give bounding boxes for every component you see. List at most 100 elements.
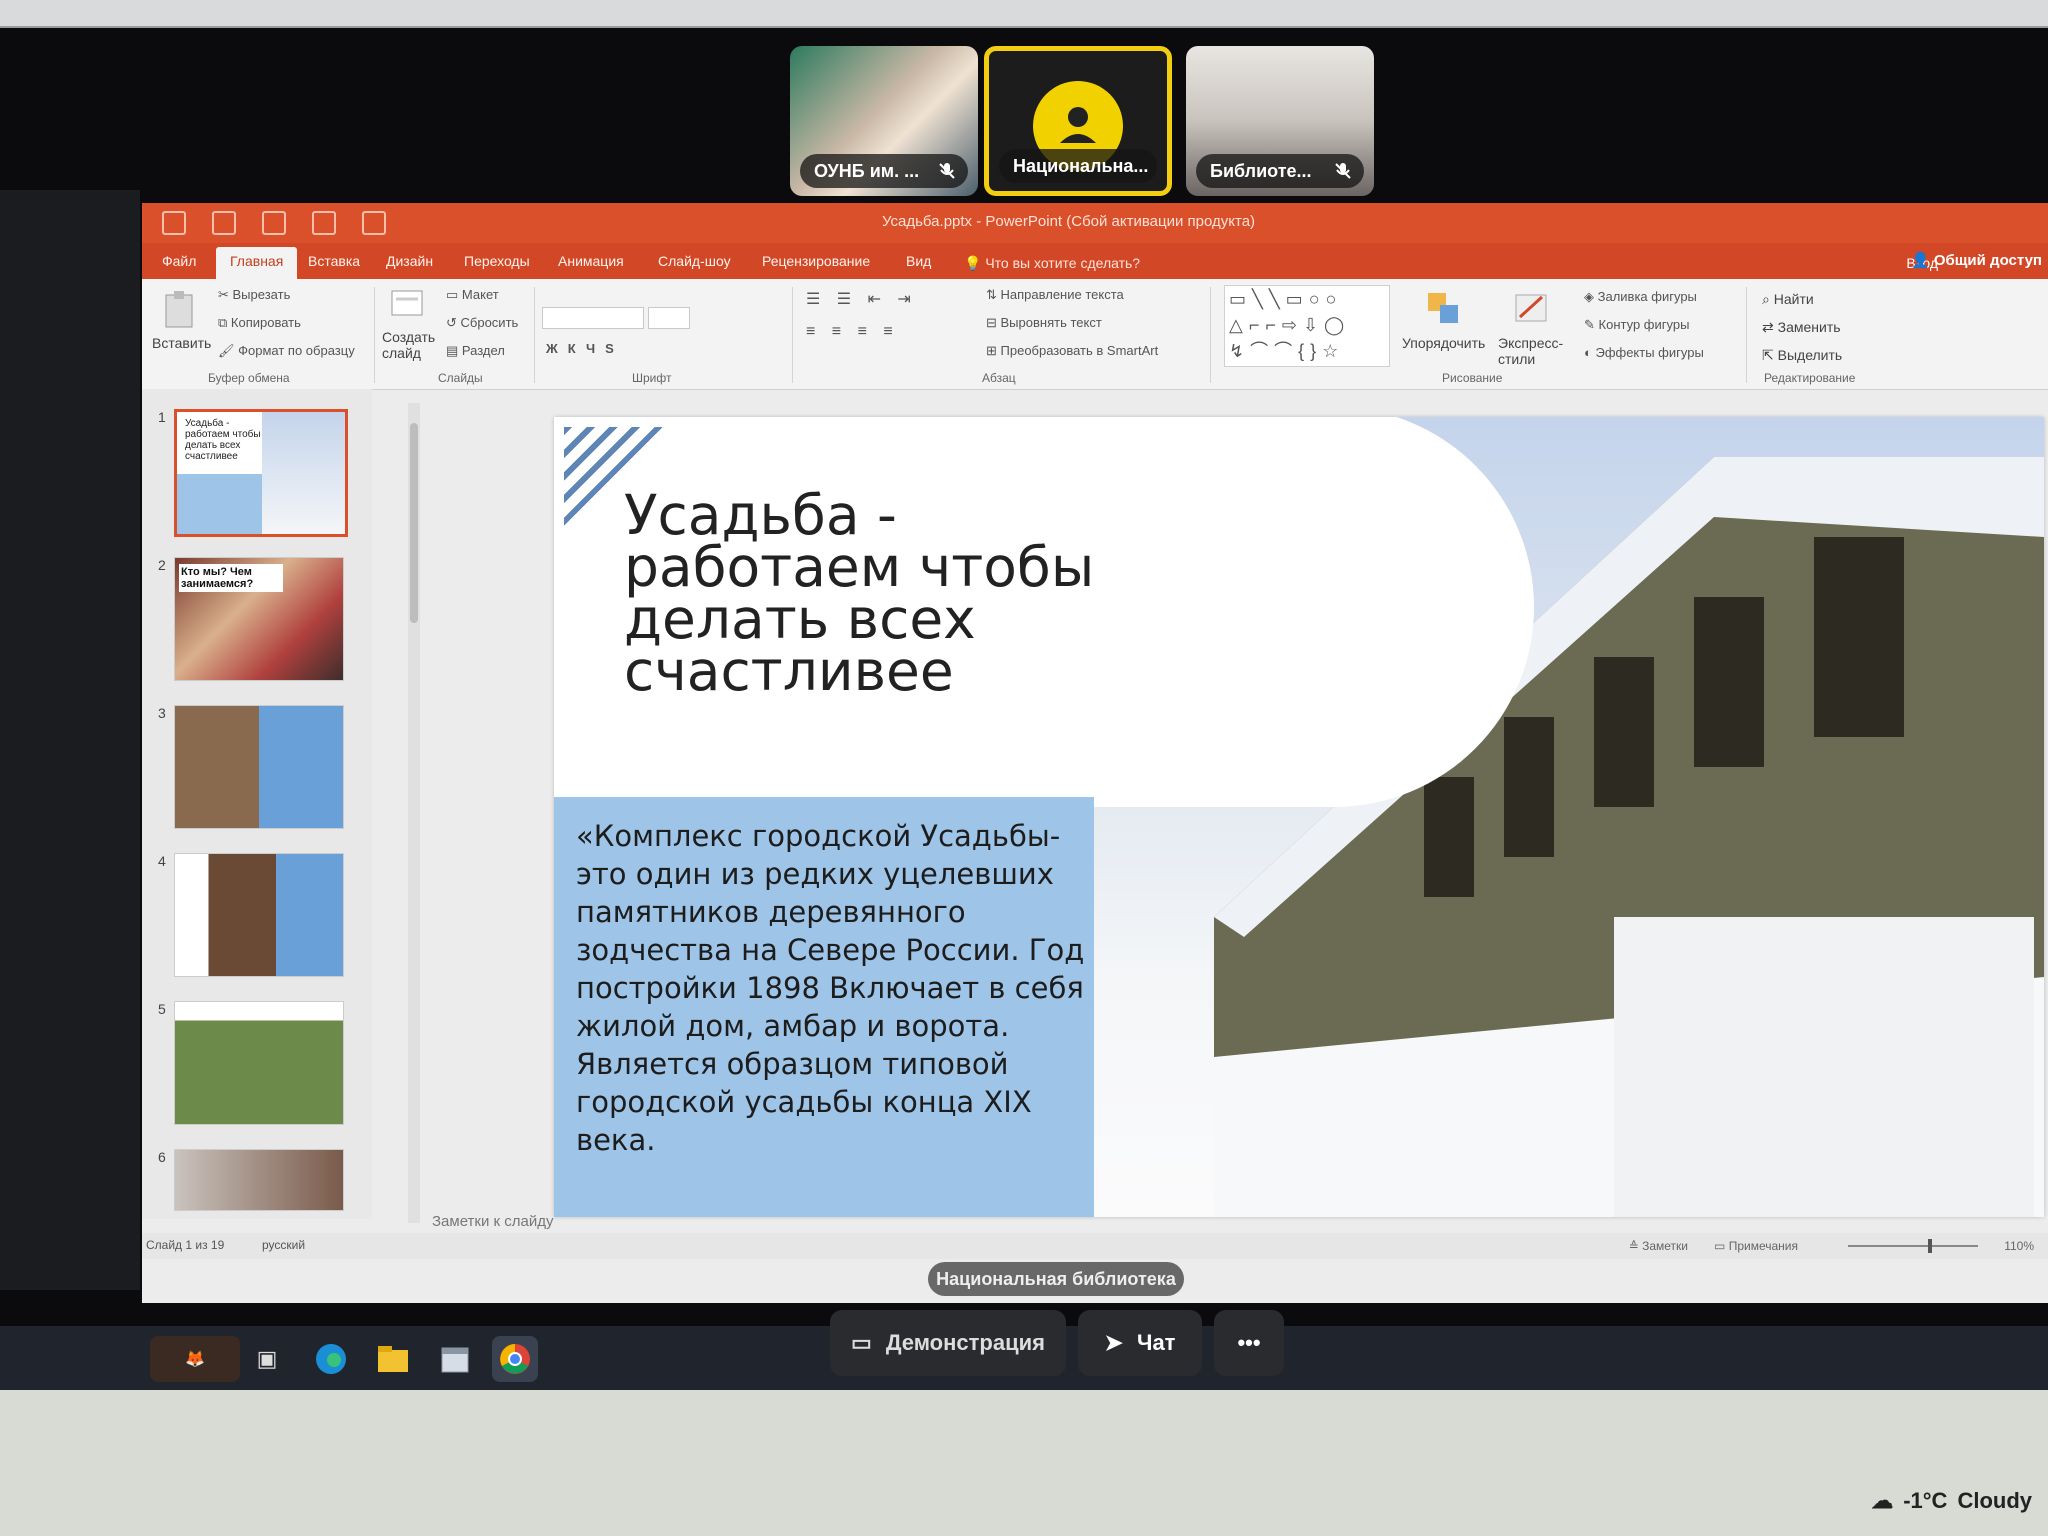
screen-share-icon: ▭ xyxy=(851,1330,872,1355)
slide-thumbnail-3[interactable] xyxy=(174,705,344,829)
copy-button[interactable]: ⧉ Копировать xyxy=(218,315,301,331)
zoom-level[interactable]: 110% xyxy=(2004,1239,2034,1253)
group-label: Редактирование xyxy=(1764,371,1856,385)
section-button[interactable]: ▤ Раздел xyxy=(446,343,505,359)
weather-condition: Cloudy xyxy=(1957,1488,2032,1513)
group-label: Слайды xyxy=(438,371,483,385)
slide-title[interactable]: Усадьба - работаем чтобы делать всех сча… xyxy=(624,488,1104,699)
divider xyxy=(792,287,793,383)
font-name-field[interactable] xyxy=(542,307,644,329)
cloud-icon: ☁ xyxy=(1871,1488,1894,1513)
new-slide-button[interactable]: Создать слайд xyxy=(382,329,442,361)
quick-styles-button[interactable]: Экспресс-стили xyxy=(1498,335,1568,367)
align-text-button[interactable]: ⊟ Выровнять текст xyxy=(986,315,1102,331)
tab-review[interactable]: Рецензирование xyxy=(762,253,870,269)
find-button[interactable]: ⌕ Найти xyxy=(1762,291,1814,308)
ribbon-tabs: Файл Главная Вставка Дизайн Переходы Ани… xyxy=(142,243,2048,285)
thumbnail-scrollbar[interactable] xyxy=(408,403,420,1223)
person-icon: 👤 xyxy=(1910,252,1934,269)
tab-view[interactable]: Вид xyxy=(906,253,931,269)
paste-button[interactable]: Вставить xyxy=(152,335,211,351)
redo-icon[interactable] xyxy=(212,211,236,235)
language-indicator[interactable]: русский xyxy=(262,1238,305,1252)
quick-access-toolbar xyxy=(162,211,386,235)
quick-styles-icon xyxy=(1515,294,1547,322)
tell-me-search[interactable]: 💡 Что вы хотите сделать? xyxy=(964,255,1140,272)
lower-frame: ☁ -1°C Cloudy xyxy=(0,1390,2048,1536)
comments-toggle[interactable]: ▭ Примечания xyxy=(1714,1239,1798,1253)
slide-counter: Слайд 1 из 19 xyxy=(146,1238,225,1252)
ribbon: Вставить ✂ Вырезать ⧉ Копировать 🖌 Форма… xyxy=(142,279,2048,390)
weather-temp: -1°C xyxy=(1903,1488,1948,1513)
text-direction-button[interactable]: ⇅ Направление текста xyxy=(986,287,1124,303)
chrome-icon[interactable] xyxy=(492,1336,538,1382)
title-bar: Усадьба.pptx - PowerPoint (Сбой активаци… xyxy=(142,203,2048,243)
mic-muted-icon xyxy=(939,163,955,179)
present-icon[interactable] xyxy=(262,211,286,235)
share-button[interactable]: 👤 Общий доступ xyxy=(1911,251,2042,269)
edge-icon[interactable] xyxy=(308,1336,354,1382)
cut-button[interactable]: ✂ Вырезать xyxy=(218,287,290,303)
fox-icon[interactable]: 🦊 xyxy=(150,1336,240,1382)
left-panel xyxy=(0,190,140,1290)
slide-body-text[interactable]: «Комплекс городской Усадьбы- это один из… xyxy=(576,817,1096,1159)
divider xyxy=(1210,287,1211,383)
slide-thumbnail-2[interactable]: Кто мы? Чем занимаемся? xyxy=(174,557,344,681)
calendar-icon[interactable] xyxy=(432,1336,478,1382)
window-title: Усадьба.pptx - PowerPoint (Сбой активаци… xyxy=(882,213,1256,230)
new-slide-icon xyxy=(391,290,423,316)
group-label: Рисование xyxy=(1442,371,1503,385)
shape-effects-button[interactable]: ◐ Эффекты фигуры xyxy=(1584,345,1704,360)
font-format-buttons[interactable]: ЖКЧS xyxy=(546,341,624,356)
format-painter-button[interactable]: 🖌 Формат по образцу xyxy=(218,343,355,359)
status-bar: Слайд 1 из 19 русский ≙ Заметки ▭ Примеч… xyxy=(142,1233,2048,1259)
more-button[interactable]: ••• xyxy=(1214,1310,1284,1376)
align-buttons[interactable]: ≡ ≡ ≡ ≡ xyxy=(806,323,899,341)
tab-transitions[interactable]: Переходы xyxy=(464,253,530,269)
thumbnail-caption: Усадьба - работаем чтобы делать всех сча… xyxy=(185,418,261,462)
mic-muted-icon xyxy=(1335,163,1351,179)
arrange-icon xyxy=(1428,293,1458,323)
task-view-icon[interactable]: ▣ xyxy=(244,1336,290,1382)
participant-tile-2[interactable]: Национальна... xyxy=(984,46,1172,196)
demonstration-button[interactable]: ▭ Демонстрация xyxy=(830,1310,1066,1376)
thumbnail-number: 3 xyxy=(158,705,166,721)
slide-thumbnail-4[interactable] xyxy=(174,853,344,977)
arrange-button[interactable]: Упорядочить xyxy=(1402,335,1485,351)
zoom-slider[interactable] xyxy=(1848,1239,1978,1253)
replace-button[interactable]: ⇄ Заменить xyxy=(1762,319,1841,336)
shapes-gallery[interactable]: ▭╲╲▭○○ △⌐⌐⇨⇩◯ ↯⌒⌒{}☆ xyxy=(1224,285,1390,367)
tab-file[interactable]: Файл xyxy=(162,253,196,269)
reset-button[interactable]: ↺ Сбросить xyxy=(446,315,518,331)
layout-button[interactable]: ▭ Макет xyxy=(446,287,499,303)
tab-slideshow[interactable]: Слайд-шоу xyxy=(658,253,731,269)
shape-fill-button[interactable]: ◈ Заливка фигуры xyxy=(1584,289,1697,305)
thumbnail-number: 5 xyxy=(158,1001,166,1017)
participant-name: Национальна... xyxy=(999,149,1157,183)
weather-widget[interactable]: ☁ -1°C Cloudy xyxy=(1871,1488,2032,1514)
mic-icon[interactable] xyxy=(312,211,336,235)
slide-thumbnail-6[interactable] xyxy=(174,1149,344,1211)
participant-tile-3[interactable]: Библиоте... xyxy=(1186,46,1374,196)
select-button[interactable]: ⇱ Выделить xyxy=(1762,347,1842,364)
slide-thumbnail-1[interactable]: Усадьба - работаем чтобы делать всех сча… xyxy=(174,409,348,537)
tab-design[interactable]: Дизайн xyxy=(386,253,433,269)
search-icon: ⌕ xyxy=(1762,291,1774,307)
notes-toggle[interactable]: ≙ Заметки xyxy=(1629,1239,1688,1253)
explorer-icon[interactable] xyxy=(370,1336,416,1382)
undo-icon[interactable] xyxy=(162,211,186,235)
smartart-button[interactable]: ⊞ Преобразовать в SmartArt xyxy=(986,343,1158,359)
tab-insert[interactable]: Вставка xyxy=(308,253,360,269)
save-icon[interactable] xyxy=(362,211,386,235)
chat-button[interactable]: ➤ Чат xyxy=(1078,1310,1202,1376)
slide-canvas[interactable]: Усадьба - работаем чтобы делать всех сча… xyxy=(554,417,2044,1217)
slide-thumbnail-5[interactable] xyxy=(174,1001,344,1125)
group-label: Абзац xyxy=(982,371,1016,385)
tab-animation[interactable]: Анимация xyxy=(558,253,624,269)
notes-placeholder[interactable]: Заметки к слайду xyxy=(432,1213,554,1230)
font-size-field[interactable] xyxy=(648,307,690,329)
divider xyxy=(374,287,375,383)
list-buttons[interactable]: ☰ ☰ ⇤ ⇥ xyxy=(806,289,917,309)
shape-outline-button[interactable]: ✎ Контур фигуры xyxy=(1584,317,1689,333)
participant-tile-1[interactable]: ОУНБ им. ... xyxy=(790,46,978,196)
